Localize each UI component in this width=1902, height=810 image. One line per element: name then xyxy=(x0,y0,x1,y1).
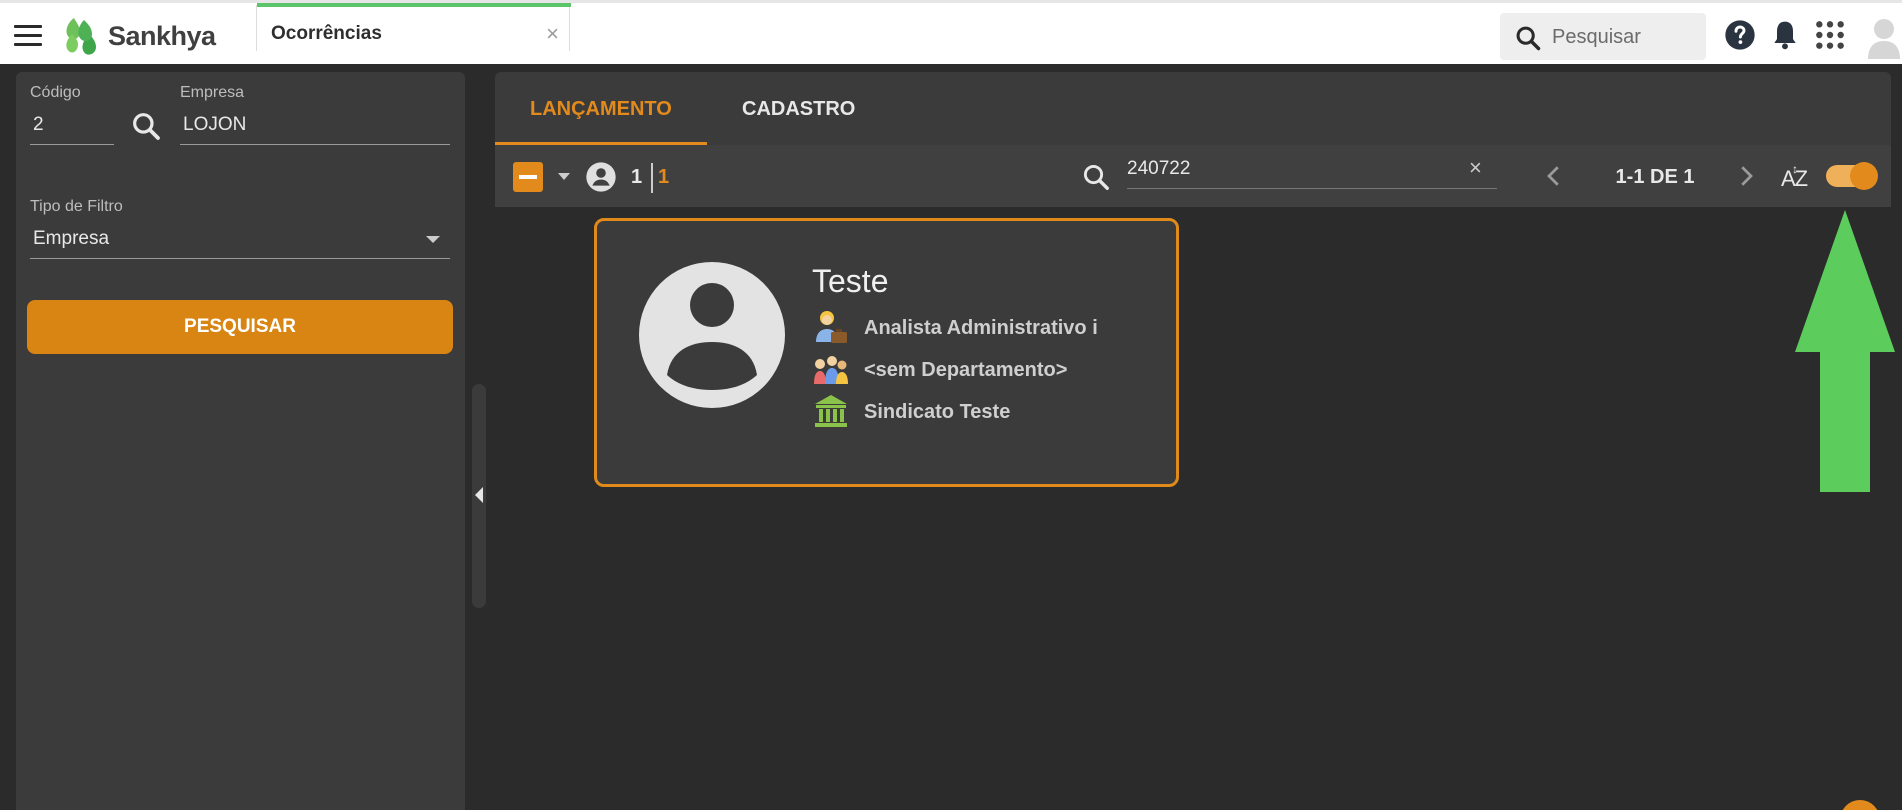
pesquisar-button[interactable]: PESQUISAR xyxy=(27,300,453,354)
filter-panel: Código 2 Empresa LOJON Tipo de Filtro Em… xyxy=(16,72,465,810)
results-search-input[interactable]: 240722 xyxy=(1127,153,1497,189)
help-icon[interactable] xyxy=(1724,19,1756,51)
clear-search-icon[interactable]: × xyxy=(1469,155,1482,181)
tab-title: Ocorrências xyxy=(271,23,382,44)
chevron-down-icon xyxy=(426,236,440,243)
results-toolbar: 1 1 240722 × 1-1 DE 1 AZ ↕ xyxy=(495,145,1891,207)
tab-lancamento[interactable]: LANÇAMENTO xyxy=(530,98,672,121)
tab-accent-bar xyxy=(257,3,571,7)
employee-union: Sindicato Teste xyxy=(864,401,1011,423)
search-icon[interactable] xyxy=(1081,162,1111,192)
search-icon xyxy=(1516,26,1541,51)
person-count-icon xyxy=(586,162,616,192)
floating-action-indicator[interactable] xyxy=(1840,800,1880,810)
pagination-label: 1-1 DE 1 xyxy=(1615,166,1695,188)
chevron-right-icon[interactable] xyxy=(1731,161,1761,191)
top-bar: Sankhya Ocorrências × xyxy=(0,0,1902,64)
sort-arrow-icon: ↕ xyxy=(1792,162,1798,176)
user-avatar-icon[interactable] xyxy=(1866,15,1902,59)
tipo-filtro-label: Tipo de Filtro xyxy=(30,198,123,215)
codigo-search-icon[interactable] xyxy=(130,110,162,142)
total-count: 1 xyxy=(658,166,670,188)
global-search[interactable] xyxy=(1500,13,1706,60)
tipo-filtro-select[interactable]: Empresa xyxy=(30,228,450,259)
codigo-label: Código xyxy=(30,84,81,101)
brand-name: Sankhya xyxy=(108,20,216,51)
codigo-value: 2 xyxy=(33,114,44,135)
hamburger-menu-icon[interactable] xyxy=(14,25,42,47)
tab-close-icon[interactable]: × xyxy=(546,21,559,47)
employee-avatar xyxy=(639,262,785,408)
person-silhouette-icon xyxy=(667,283,757,390)
employee-name: Teste xyxy=(812,263,889,299)
results-search-value: 240722 xyxy=(1127,158,1191,179)
tab-cadastro[interactable]: CADASTRO xyxy=(742,98,855,121)
document-tab[interactable]: Ocorrências × xyxy=(256,3,571,51)
employee-role-row: Analista Administrativo i xyxy=(812,308,1172,348)
selected-count: 1 xyxy=(631,166,643,188)
collapse-left-icon xyxy=(475,487,483,503)
bell-icon[interactable] xyxy=(1769,19,1801,51)
family-group-icon xyxy=(814,356,848,384)
codigo-field[interactable]: 2 xyxy=(30,114,114,145)
content-panel: LANÇAMENTO CADASTRO 1 1 240722 × 1-1 DE … xyxy=(495,72,1891,207)
selection-menu-caret-icon[interactable] xyxy=(558,173,570,180)
employee-role: Analista Administrativo i xyxy=(864,317,1098,339)
worker-icon xyxy=(816,311,847,343)
brand-logo[interactable]: Sankhya xyxy=(60,16,216,56)
empresa-label: Empresa xyxy=(180,84,245,101)
annotation-up-arrow-icon xyxy=(1795,210,1895,492)
empresa-field[interactable]: LOJON xyxy=(180,114,450,145)
sort-az-icon[interactable]: AZ ↕ xyxy=(1779,162,1815,192)
employee-department: <sem Departamento> xyxy=(864,359,1068,381)
view-mode-toggle[interactable] xyxy=(1826,162,1878,190)
apps-grid-icon[interactable] xyxy=(1814,19,1846,51)
tipo-filtro-value: Empresa xyxy=(33,228,110,249)
employee-card[interactable]: Teste Analista Administrativo i <sem Dep… xyxy=(594,218,1179,487)
employee-department-row: <sem Departamento> xyxy=(812,350,1172,390)
count-divider xyxy=(651,163,653,193)
select-all-checkbox[interactable] xyxy=(513,162,543,192)
empresa-value: LOJON xyxy=(183,114,247,135)
panel-collapse-handle[interactable] xyxy=(472,384,486,608)
chevron-left-icon[interactable] xyxy=(1539,161,1569,191)
sankhya-logo-icon xyxy=(66,18,96,55)
employee-union-row: Sindicato Teste xyxy=(812,392,1172,432)
bank-building-icon xyxy=(815,395,847,427)
global-search-input[interactable] xyxy=(1552,23,1697,51)
